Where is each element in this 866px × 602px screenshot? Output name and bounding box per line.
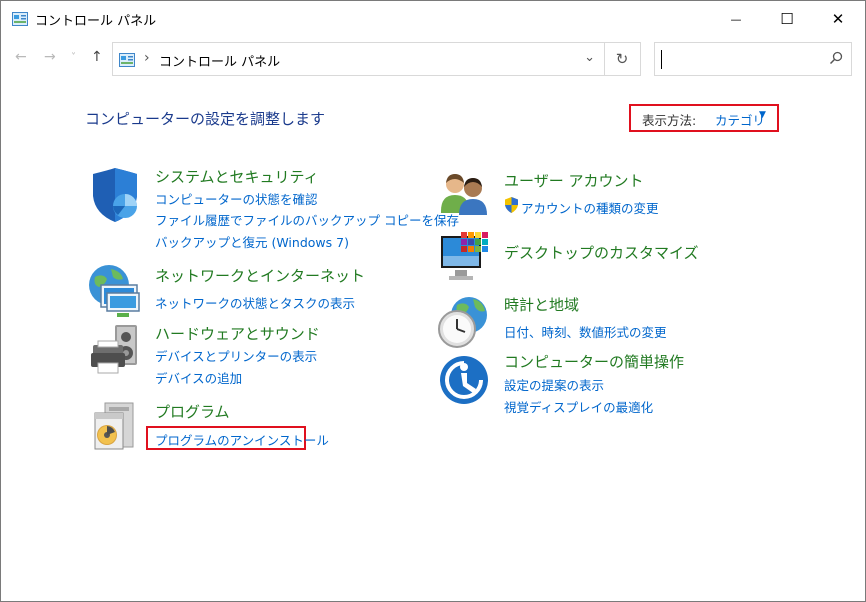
forward-arrow-icon: → [44,49,56,65]
breadcrumb-control-panel[interactable]: コントロール パネル [159,51,280,70]
forward-button[interactable]: → [44,49,56,65]
printer-icon[interactable] [89,323,143,381]
category-hardware-sound[interactable]: ハードウェアとサウンド [155,323,320,344]
up-arrow-icon: ↑ [91,49,103,65]
title-bar[interactable]: コントロール パネル — ☐ ✕ [1,1,865,37]
view-by-selector[interactable]: 表示方法: カテゴリ ▼ [629,104,779,132]
minimize-button[interactable]: — [713,1,759,37]
back-arrow-icon: ← [15,49,27,65]
link-file-history-backup[interactable]: ファイル履歴でファイルのバックアップ コピーを保存 [155,210,459,229]
link-check-computer-status[interactable]: コンピューターの状態を確認 [155,189,318,208]
close-button[interactable]: ✕ [815,1,861,37]
ease-of-access-icon[interactable] [439,355,489,405]
up-button[interactable]: ↑ [91,49,103,65]
category-programs[interactable]: プログラム [155,401,230,422]
shield-icon[interactable] [89,168,143,224]
programs-icon[interactable] [93,401,137,451]
search-icon-glyph [829,51,843,65]
link-optimize-display[interactable]: 視覚ディスプレイの最適化 [504,397,653,416]
link-network-status[interactable]: ネットワークの状態とタスクの表示 [155,293,355,312]
network-globe-icon[interactable] [87,263,143,319]
page-heading: コンピューターの設定を調整します [85,110,326,128]
address-dropdown-icon[interactable]: ⌄ [584,50,595,65]
uac-shield-icon [505,197,518,213]
link-change-account-type[interactable]: アカウントの種類の変更 [521,198,659,217]
clock-globe-icon[interactable] [437,295,491,351]
link-uninstall-program[interactable]: プログラムのアンインストール [155,430,329,449]
close-icon: ✕ [831,10,845,28]
back-button[interactable]: ← [15,49,27,65]
link-devices-printers[interactable]: デバイスとプリンターの表示 [155,346,317,365]
link-date-time-format[interactable]: 日付、時刻、数値形式の変更 [504,322,667,341]
view-by-label: 表示方法: [642,113,697,128]
link-add-device[interactable]: デバイスの追加 [155,368,242,387]
category-system-security[interactable]: システムとセキュリティ [155,166,319,187]
dropdown-arrow-icon[interactable]: ▼ [759,110,766,120]
category-clock-region[interactable]: 時計と地域 [504,294,579,315]
user-accounts-icon[interactable] [439,171,491,217]
address-bar[interactable]: › コントロール パネル ⌄ [112,42,605,76]
refresh-button[interactable]: ↻ [604,42,641,76]
minimize-icon: — [730,12,742,26]
category-desktop-customize[interactable]: デスクトップのカスタマイズ [504,242,699,263]
chevron-down-icon: ˅ [71,52,76,63]
control-panel-window: コントロール パネル — ☐ ✕ ← → ˅ ↑ › コントロール パネル ⌄ … [0,0,866,602]
window-title: コントロール パネル [35,14,157,29]
recent-locations-button[interactable]: ˅ [71,52,76,63]
category-ease-of-access[interactable]: コンピューターの簡単操作 [504,351,684,372]
view-by-value[interactable]: カテゴリ [715,110,765,129]
maximize-icon: ☐ [780,10,794,28]
control-panel-icon [12,12,28,26]
search-icon[interactable] [829,51,843,69]
control-panel-icon [119,53,135,67]
desktop-customize-icon[interactable] [439,230,493,284]
link-suggested-settings[interactable]: 設定の提案の表示 [504,375,604,394]
refresh-icon: ↻ [615,50,629,68]
text-caret [661,50,662,69]
search-input[interactable] [654,42,852,76]
link-backup-restore[interactable]: バックアップと復元 (Windows 7) [155,232,349,251]
breadcrumb-separator-icon[interactable]: › [144,50,150,66]
category-user-accounts[interactable]: ユーザー アカウント [504,170,643,191]
category-network-internet[interactable]: ネットワークとインターネット [155,265,365,286]
maximize-button[interactable]: ☐ [764,1,810,37]
